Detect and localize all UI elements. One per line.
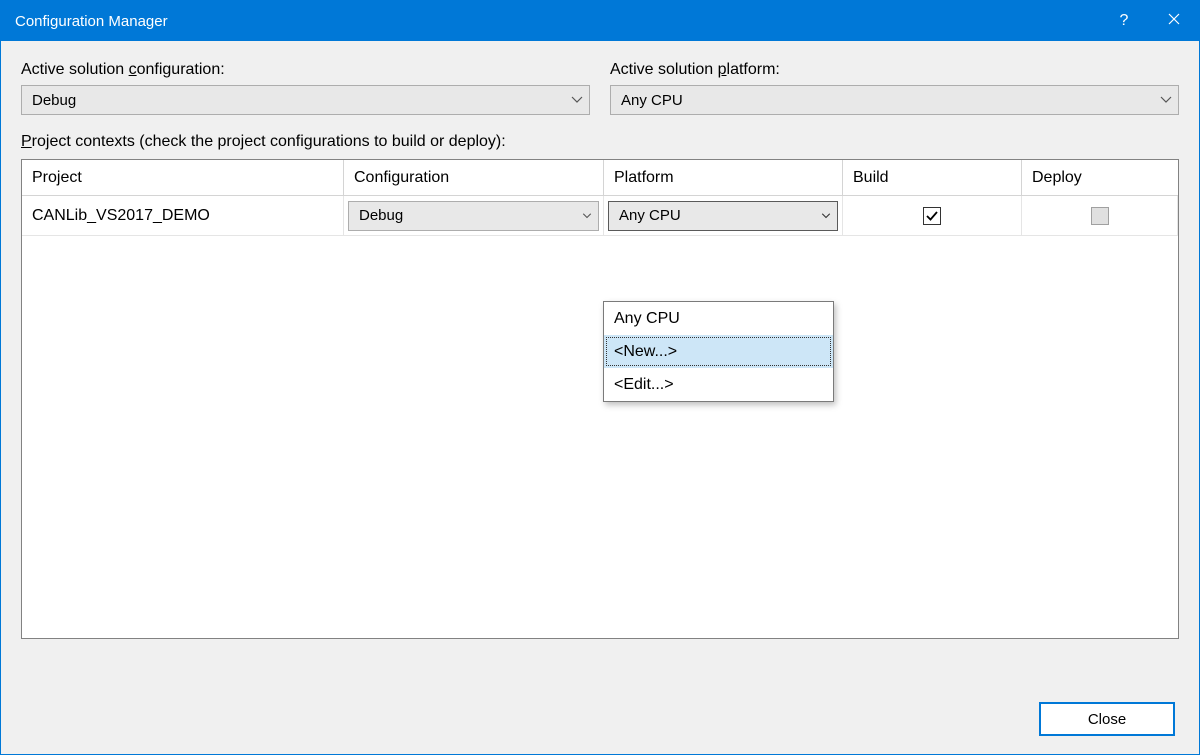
active-solution-config-label: Active solution configuration:: [21, 61, 590, 79]
row-build-cell: [843, 196, 1022, 236]
chevron-down-icon: [1160, 96, 1172, 104]
header-build[interactable]: Build: [843, 160, 1022, 196]
active-solution-platform-combo[interactable]: Any CPU: [610, 85, 1179, 115]
header-configuration[interactable]: Configuration: [344, 160, 604, 196]
row-project-name: CANLib_VS2017_DEMO: [22, 196, 344, 236]
active-solution-platform-value: Any CPU: [621, 92, 683, 109]
titlebar-controls: ?: [1099, 1, 1199, 41]
header-deploy[interactable]: Deploy: [1022, 160, 1178, 196]
active-solution-config-group: Active solution configuration: Debug: [21, 61, 590, 115]
row-platform-combo[interactable]: Any CPU: [608, 201, 838, 231]
chevron-down-icon: [821, 213, 831, 219]
footer: Close: [1039, 702, 1175, 736]
table-row[interactable]: CANLib_VS2017_DEMO Debug Any CPU: [22, 196, 1178, 236]
row-platform-cell: Any CPU: [604, 196, 843, 236]
help-icon: ?: [1120, 12, 1129, 30]
active-solution-platform-label: Active solution platform:: [610, 61, 1179, 79]
chevron-down-icon: [582, 213, 592, 219]
titlebar-title: Configuration Manager: [15, 13, 1099, 30]
checkmark-icon: [925, 210, 939, 222]
project-contexts-label: Project contexts (check the project conf…: [21, 133, 1179, 151]
close-icon: [1168, 12, 1180, 30]
dropdown-item-any-cpu[interactable]: Any CPU: [604, 302, 833, 335]
help-button[interactable]: ?: [1099, 1, 1149, 41]
row-config-cell: Debug: [344, 196, 604, 236]
platform-dropdown-list: Any CPU <New...> <Edit...>: [603, 301, 834, 402]
row-platform-value: Any CPU: [619, 207, 681, 224]
project-grid[interactable]: Project Configuration Platform Build Dep…: [21, 159, 1179, 639]
dropdown-item-edit[interactable]: <Edit...>: [604, 368, 833, 401]
content-area: Active solution configuration: Debug Act…: [1, 41, 1199, 639]
dropdown-item-new[interactable]: <New...>: [604, 335, 833, 368]
active-solution-platform-group: Active solution platform: Any CPU: [610, 61, 1179, 115]
titlebar[interactable]: Configuration Manager ?: [1, 1, 1199, 41]
active-solution-config-combo[interactable]: Debug: [21, 85, 590, 115]
top-row: Active solution configuration: Debug Act…: [21, 61, 1179, 115]
deploy-checkbox: [1091, 207, 1109, 225]
row-deploy-cell: [1022, 196, 1178, 236]
chevron-down-icon: [571, 96, 583, 104]
build-checkbox[interactable]: [923, 207, 941, 225]
config-manager-dialog: Configuration Manager ? Active solution …: [0, 0, 1200, 755]
row-config-value: Debug: [359, 207, 403, 224]
grid-header: Project Configuration Platform Build Dep…: [22, 160, 1178, 196]
active-solution-config-value: Debug: [32, 92, 76, 109]
row-config-combo[interactable]: Debug: [348, 201, 599, 231]
close-window-button[interactable]: [1149, 1, 1199, 41]
close-button[interactable]: Close: [1039, 702, 1175, 736]
header-platform[interactable]: Platform: [604, 160, 843, 196]
header-project[interactable]: Project: [22, 160, 344, 196]
